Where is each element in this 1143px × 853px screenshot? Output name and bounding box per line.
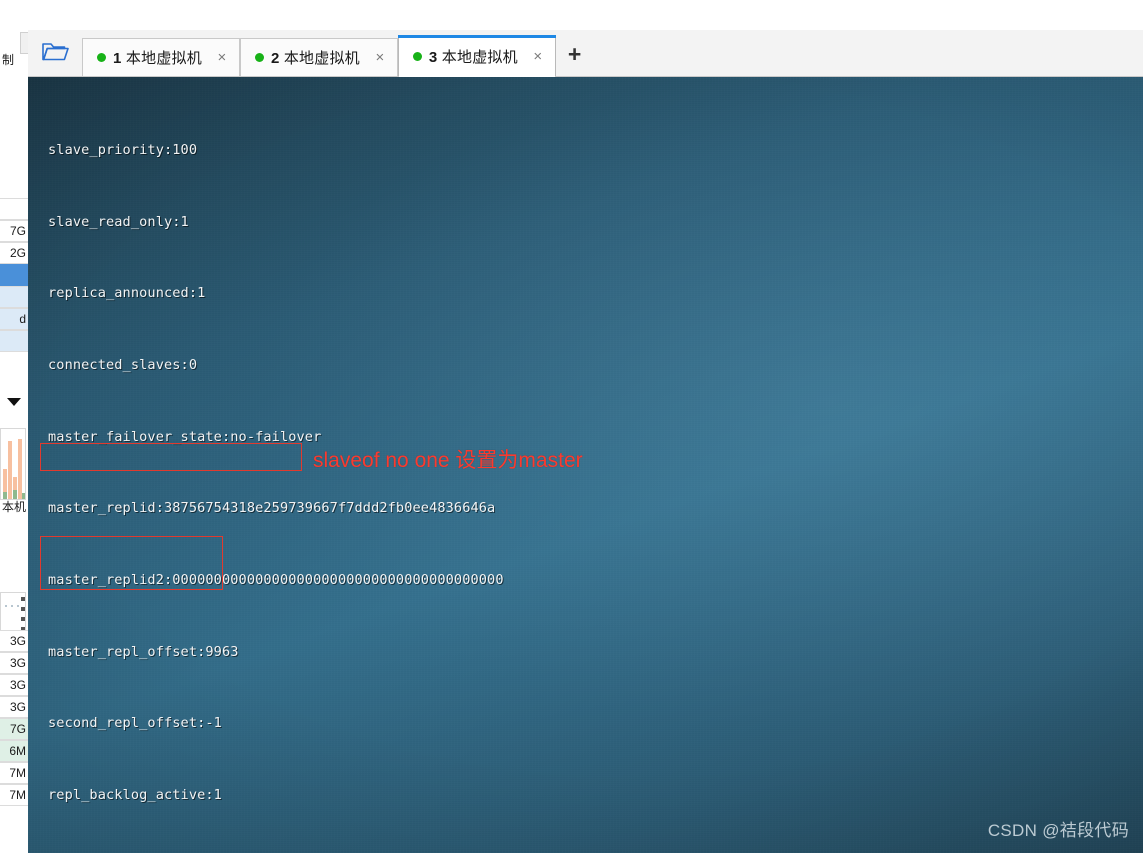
left-strip-cell[interactable] <box>0 286 28 308</box>
tab-bar: 1 本地虚拟机 × 2 本地虚拟机 × 3 本地虚拟机 × + <box>28 30 1143 77</box>
terminal-line: connected_slaves:0 <box>48 356 198 373</box>
terminal-pane[interactable]: slave_priority:100 slave_read_only:1 rep… <box>28 77 1143 853</box>
tab-index: 1 <box>113 50 122 67</box>
left-strip-cell[interactable] <box>0 330 28 352</box>
left-strip-cell[interactable]: 7G <box>0 718 28 740</box>
left-strip-cell-selected[interactable] <box>0 264 28 286</box>
new-tab-button[interactable]: + <box>568 43 581 66</box>
left-strip-cell[interactable]: 7M <box>0 762 28 784</box>
tab-2[interactable]: 2 本地虚拟机 × <box>239 38 398 76</box>
open-folder-icon <box>41 39 69 68</box>
tab-3[interactable]: 3 本地虚拟机 × <box>397 35 556 77</box>
tab-close-icon[interactable]: × <box>373 49 387 66</box>
app-root: 制 7G 2G d 本机 3G 3G 3G 3G 7G 6M 7M 7M 1 本… <box>0 0 1143 853</box>
terminal-line: slave_read_only:1 <box>48 213 189 230</box>
left-strip-label-control: 制 <box>2 53 15 67</box>
terminal-line: master_replid2:0000000000000000000000000… <box>48 572 504 589</box>
left-strip-cell[interactable]: 7M <box>0 784 28 806</box>
tab-label: 本地虚拟机 <box>283 50 360 67</box>
left-strip-cell[interactable]: 3G <box>0 696 28 718</box>
tab-status-dot-icon <box>97 53 106 62</box>
tab-label: 本地虚拟机 <box>441 48 518 66</box>
left-strip-cell[interactable]: 3G <box>0 674 28 696</box>
left-strip-cell[interactable]: d <box>0 308 28 330</box>
chevron-down-icon <box>7 398 21 406</box>
annotation-slaveof-no-one: slaveof no one 设置为master <box>313 449 583 472</box>
left-strip-cell[interactable]: 2G <box>0 242 28 264</box>
tab-close-icon[interactable]: × <box>531 48 545 65</box>
tab-index: 2 <box>270 50 280 67</box>
tab-status-dot-icon <box>412 51 422 61</box>
tab-status-dot-icon <box>254 53 264 62</box>
terminal-line: repl_backlog_active:1 <box>48 787 222 804</box>
left-strip-cell[interactable]: 3G <box>0 630 28 652</box>
terminal-line: master_replid:38756754318e259739667f7ddd… <box>48 500 496 517</box>
csdn-watermark: CSDN @祮段代码 <box>987 821 1129 840</box>
left-strip-dropdown-caret[interactable] <box>0 398 28 420</box>
tab-index: 3 <box>428 48 438 66</box>
left-strip-bar-chart <box>0 428 26 500</box>
tab-1[interactable]: 1 本地虚拟机 × <box>82 38 240 76</box>
tab-label: 本地虚拟机 <box>125 50 202 67</box>
terminal-line: second_repl_offset:-1 <box>48 715 222 732</box>
terminal-line: master_repl_offset:9963 <box>48 643 239 660</box>
left-strip-cell[interactable]: 3G <box>0 652 28 674</box>
tab-close-icon[interactable]: × <box>215 49 229 66</box>
terminal-line: slave_priority:100 <box>48 141 198 158</box>
terminal-line: replica_announced:1 <box>48 285 206 302</box>
window-titlebar-gap <box>28 0 1143 30</box>
left-app-strip: 制 7G 2G d 本机 3G 3G 3G 3G 7G 6M 7M 7M <box>0 0 29 853</box>
open-folder-button[interactable] <box>28 30 82 76</box>
left-strip-label-machine: 本机 <box>2 500 27 514</box>
left-strip-cell[interactable] <box>0 198 28 220</box>
left-strip-cell[interactable]: 7G <box>0 220 28 242</box>
left-strip-cell[interactable]: 6M <box>0 740 28 762</box>
